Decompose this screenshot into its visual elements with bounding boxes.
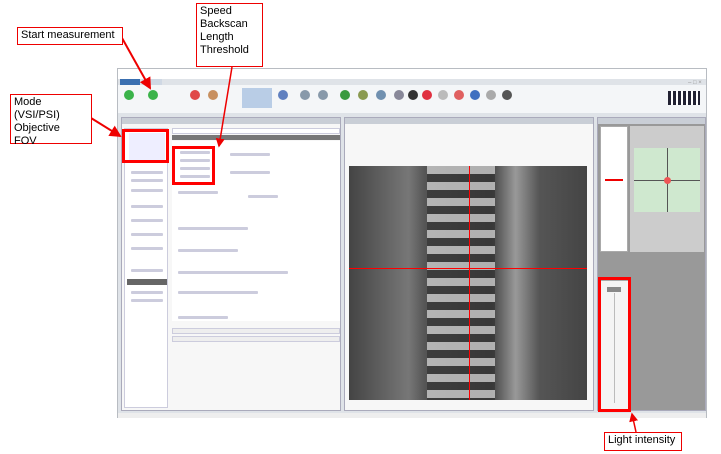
- annotation-text: Start measurement: [21, 29, 115, 41]
- annotation-light-intensity: Light intensity: [604, 432, 682, 451]
- annotation-text: Light intensity: [608, 434, 676, 446]
- annotation-text: Backscan: [200, 18, 248, 30]
- annotation-text: FOV: [14, 135, 37, 147]
- annotation-text: Threshold: [200, 44, 249, 56]
- annotation-arrows: [90, 37, 639, 433]
- annotation-mode-group: Mode (VSI/PSI) Objective FOV: [10, 94, 92, 147]
- annotation-start-measurement: Start measurement: [17, 27, 123, 45]
- annotation-speed-group: Speed Backscan Length Threshold: [196, 3, 263, 67]
- annotation-text: Mode (VSI/PSI): [14, 96, 60, 121]
- annotation-text: Length: [200, 31, 234, 43]
- annotation-text: Objective: [14, 122, 60, 134]
- annotation-text: Speed: [200, 5, 232, 17]
